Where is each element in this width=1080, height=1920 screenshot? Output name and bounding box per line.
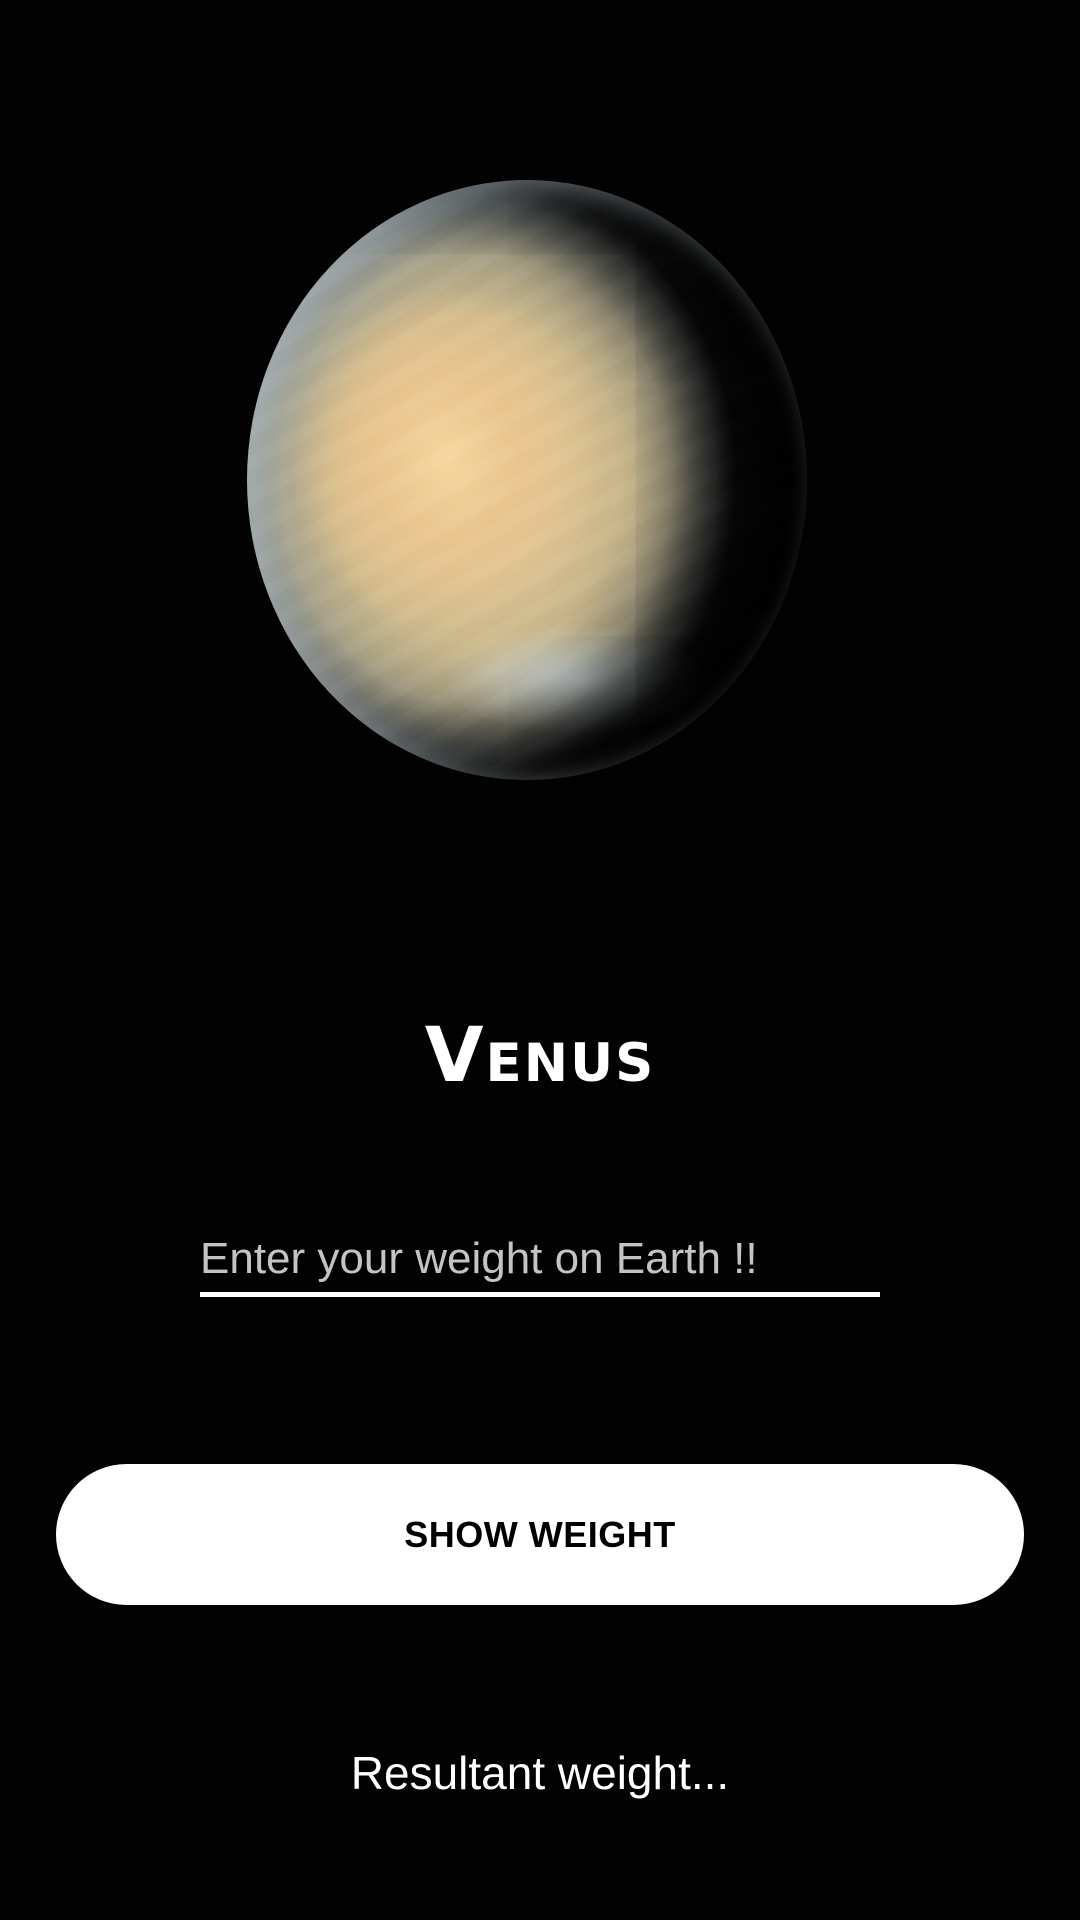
resultant-weight-text: Resultant weight... (350, 1747, 730, 1799)
venus-planet-image (247, 180, 807, 780)
planet-name-title: Venus (424, 1010, 656, 1099)
show-weight-button[interactable]: SHOW WEIGHT (56, 1464, 1024, 1605)
planet-limb-shading (247, 180, 807, 780)
app-screen: Venus SHOW WEIGHT Resultant weight... (0, 0, 1080, 1920)
earth-weight-input[interactable] (200, 1225, 880, 1297)
